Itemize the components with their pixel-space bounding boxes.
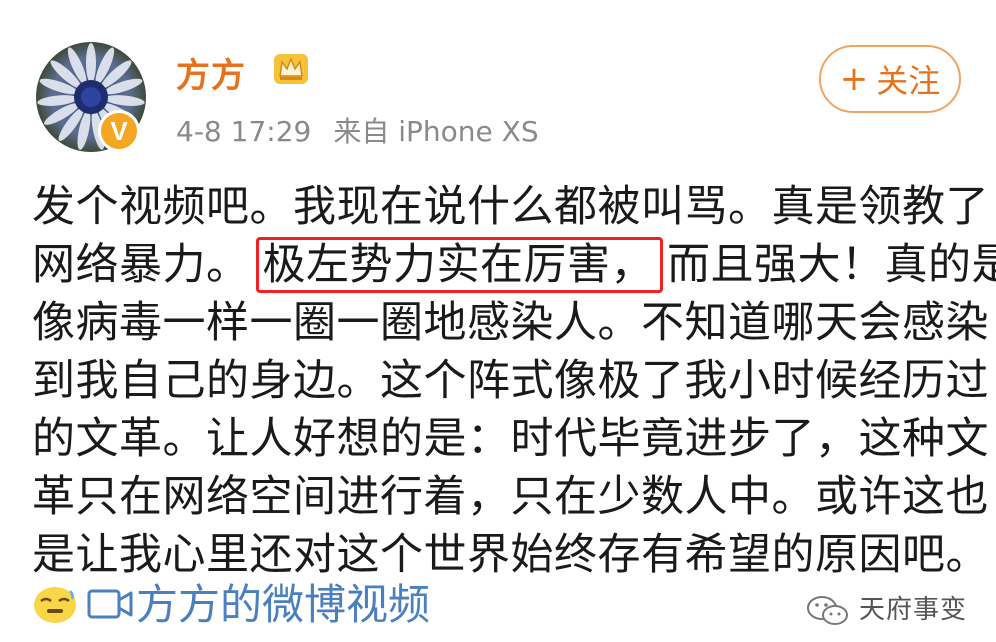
post-line: 发个视频吧。我现在说什么都被叫骂。真是领教了	[32, 182, 989, 232]
watermark-text: 天府事变	[859, 595, 968, 625]
author-name[interactable]: 方方	[176, 48, 246, 97]
post-source: 来自 iPhone XS	[333, 115, 539, 148]
video-link[interactable]: 方方的微博视频	[136, 575, 430, 635]
follow-button[interactable]: + 关注	[819, 45, 961, 113]
post-line: 革只在网络空间进行着，只在少数人中。或许这也	[32, 472, 989, 522]
post-meta: 4-8 17:29 来自 iPhone XS	[176, 110, 539, 150]
post-body: 发个视频吧。我现在说什么都被叫骂。真是领教了 网络暴力。 极左势力实在厉害， 而且强…	[32, 178, 996, 584]
watermark: 天府事变	[805, 590, 985, 630]
post-line-segment: 而且强大！真的是	[667, 240, 996, 290]
post-line-segment: 网络暴力。	[32, 240, 250, 290]
post-line: 到我自己的身边。这个阵式像极了我小时候经历过	[32, 356, 989, 406]
highlighted-phrase: 极左势力实在厉害，	[255, 237, 663, 293]
post-line: 网络暴力。 极左势力实在厉害， 而且强大！真的是	[32, 236, 996, 294]
post-line: 像病毒一样一圈一圈地感染人。不知道哪天会感染	[32, 298, 989, 348]
follow-label: 关注	[876, 62, 941, 100]
crown-icon[interactable]	[272, 50, 310, 88]
emoji-icon	[34, 587, 76, 623]
wechat-icon	[807, 596, 848, 625]
post-line: 的文革。让人好想的是：时代毕竟进步了，这种文	[32, 414, 989, 464]
plus-icon: +	[839, 59, 869, 99]
verified-badge-icon: V	[98, 110, 140, 152]
video-icon	[87, 589, 133, 619]
post-timestamp: 4-8 17:29	[176, 115, 312, 148]
